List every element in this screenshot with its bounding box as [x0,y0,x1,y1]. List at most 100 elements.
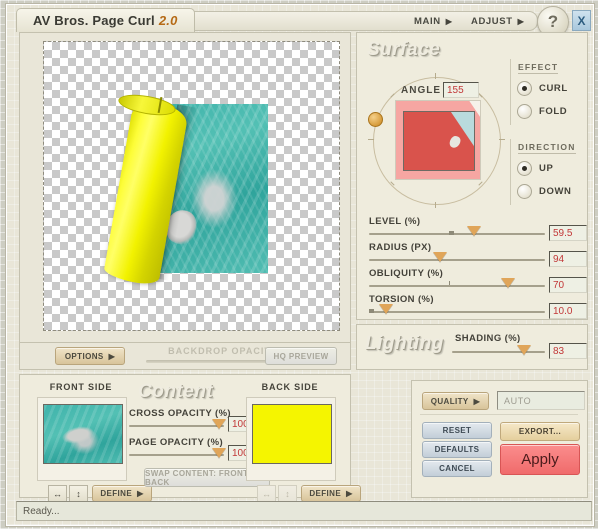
chevron-right-icon: ▶ [474,397,481,406]
back-side-thumbnail [252,404,332,464]
action-panel: QUALITY ▶ AUTO RESET DEFAULTS CANCEL EXP… [411,380,588,498]
front-flip-horizontal-button[interactable]: ↔ [48,485,67,502]
cross-opacity-track[interactable] [129,425,224,427]
plugin-window: AV Bros. Page Curl 2.0 MAIN ▶ ADJUST ▶ ?… [5,3,595,527]
slider-obliquity-thumb[interactable] [501,278,515,288]
window-title: AV Bros. Page Curl 2.0 [16,8,195,32]
back-flip-vertical-button[interactable]: ↕ [278,485,297,502]
status-text: Ready... [23,506,60,517]
apply-button[interactable]: Apply [500,444,580,475]
defaults-button[interactable]: DEFAULTS [422,441,492,458]
question-mark-icon: ? [548,12,558,32]
slider-obliquity-track[interactable] [369,285,545,287]
effect-group-label: EFFECT [518,62,558,74]
lighting-title: Lighting [365,333,444,355]
flip-horizontal-icon: ↔ [53,489,62,499]
angle-value-field[interactable]: 155 [443,82,479,98]
shading-slider-track[interactable] [452,351,545,353]
front-side-preview[interactable] [37,397,127,481]
radio-direction-down-label: DOWN [539,186,571,197]
hq-preview-button-label: HQ PREVIEW [273,352,328,361]
angle-preview-inner-band [403,111,475,171]
back-side-label: BACK SIDE [246,382,334,392]
front-side-label: FRONT SIDE [37,382,125,392]
front-define-button[interactable]: DEFINE ▶ [92,485,152,502]
dial-tick [435,73,436,79]
slider-level-thumb[interactable] [467,226,481,236]
close-button[interactable]: X [572,10,591,31]
slider-radius-value[interactable]: 94 [549,251,587,267]
angle-dial-knob[interactable] [368,112,383,127]
radio-icon-selected [517,81,532,96]
close-icon: X [577,14,585,28]
slider-torsion-value[interactable]: 10.0 [549,303,587,319]
back-define-label: DEFINE [309,489,341,498]
quality-button[interactable]: QUALITY ▶ [422,392,489,410]
shading-value-field[interactable]: 83 [549,343,587,359]
back-define-button[interactable]: DEFINE ▶ [301,485,361,502]
slider-level-tick [449,231,454,235]
shading-slider-thumb[interactable] [517,345,531,355]
flip-vertical-icon: ↕ [285,489,290,499]
front-flip-vertical-button[interactable]: ↕ [69,485,88,502]
dial-tick [368,139,374,140]
slider-level-label: LEVEL (%) [369,216,420,227]
quality-value-field[interactable]: AUTO [497,391,585,410]
radio-icon-selected [517,161,532,176]
surface-panel: Surface ANGLE 155 EFFECT CURL [356,32,588,320]
flip-horizontal-icon: ↔ [262,489,271,499]
direction-group-label: DIRECTION [518,142,576,154]
page-opacity-label: PAGE OPACITY (%) [129,437,223,448]
slider-level-value[interactable]: 59.5 [549,225,587,241]
angle-preview-image [403,111,475,171]
slider-radius-track[interactable] [369,259,545,261]
radio-direction-up-label: UP [539,163,553,174]
radio-direction-up[interactable]: UP [517,161,553,176]
radio-effect-curl-label: CURL [539,83,568,94]
page-opacity-track[interactable] [129,454,224,456]
radio-effect-curl[interactable]: CURL [517,81,568,96]
chevron-right-icon: ▶ [346,489,353,498]
radio-icon-unselected [517,184,532,199]
preview-canvas[interactable] [43,41,340,331]
chevron-right-icon: ▶ [518,17,525,26]
menu-adjust[interactable]: ADJUST ▶ [471,14,524,28]
reset-button-label: RESET [443,426,472,435]
menu-adjust-label: ADJUST [471,16,513,27]
angle-preview-thumbnail [395,100,481,180]
back-flip-horizontal-button[interactable]: ↔ [257,485,276,502]
export-button[interactable]: EXPORT... [500,422,580,441]
options-button[interactable]: OPTIONS ▶ [55,347,125,365]
flip-vertical-icon: ↕ [76,489,81,499]
menu-main[interactable]: MAIN ▶ [414,14,452,28]
back-side-preview[interactable] [246,397,336,481]
cancel-button-label: CANCEL [439,464,475,473]
front-define-label: DEFINE [100,489,132,498]
slider-torsion-tick [369,309,374,313]
menu-main-label: MAIN [414,16,441,27]
chevron-right-icon: ▶ [109,352,116,361]
radio-direction-down[interactable]: DOWN [517,184,571,199]
reset-button[interactable]: RESET [422,422,492,439]
surface-title: Surface [367,39,440,61]
hq-preview-button[interactable]: HQ PREVIEW [265,347,337,365]
defaults-button-label: DEFAULTS [435,445,480,454]
radio-effect-fold[interactable]: FOLD [517,104,567,119]
cross-opacity-thumb[interactable] [212,419,226,429]
slider-torsion-thumb[interactable] [379,304,393,314]
slider-torsion-track[interactable] [369,311,545,313]
window-title-version: 2.0 [159,13,178,28]
slider-obliquity-value[interactable]: 70 [549,277,587,293]
cancel-button[interactable]: CANCEL [422,460,492,477]
action-divider [420,414,578,415]
angle-label: ANGLE [401,85,441,96]
effect-group [510,59,511,125]
slider-level-track[interactable] [369,233,545,235]
canvas-options-row: OPTIONS ▶ BACKDROP OPACITY HQ PREVIEW [19,342,351,370]
shading-label: SHADING (%) [455,333,521,344]
quality-button-label: QUALITY [431,397,469,406]
page-opacity-thumb[interactable] [212,448,226,458]
radio-effect-fold-label: FOLD [539,106,567,117]
slider-obliquity-tick [449,281,450,285]
slider-radius-thumb[interactable] [433,252,447,262]
